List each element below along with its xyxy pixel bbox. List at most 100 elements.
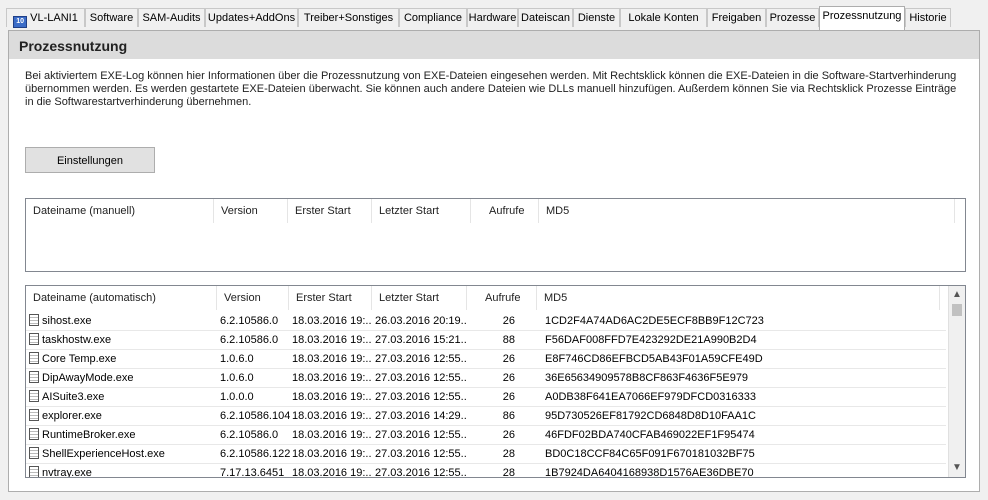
scrollbar-thumb[interactable] <box>952 304 962 316</box>
cell-first: 18.03.2016 19:... <box>292 429 372 441</box>
settings-button[interactable]: Einstellungen <box>25 147 155 173</box>
table-row[interactable]: explorer.exe 6.2.10586.104 18.03.2016 19:.… <box>26 407 946 426</box>
file-icon <box>29 314 39 326</box>
cell-first: 18.03.2016 19:... <box>292 448 372 460</box>
tab-label: Hardware <box>468 12 517 24</box>
column-header-first-start[interactable]: Erster Start <box>288 199 372 223</box>
tab-label: Treiber+Sonstiges <box>303 12 394 24</box>
tab-label: Prozesse <box>769 12 816 24</box>
cell-md5: 36E65634909578B8CF863F4636F5E979 <box>545 372 749 384</box>
tab-lokale-konten[interactable]: Lokale Konten <box>620 8 707 27</box>
cell-md5: E8F746CD86EFBCD5AB43F01A59CFE49D <box>545 353 763 365</box>
cell-version: 1.0.6.0 <box>220 353 254 365</box>
file-name: RuntimeBroker.exe <box>42 429 136 441</box>
column-header-filename-auto[interactable]: Dateiname (automatisch) <box>26 286 217 310</box>
cell-version: 1.0.0.0 <box>220 391 254 403</box>
cell-last: 27.03.2016 14:29... <box>375 410 467 422</box>
table-row[interactable]: nvtray.exe 7.17.13.6451 18.03.2016 19:... 2… <box>26 464 946 478</box>
cell-name: DipAwayMode.exe <box>29 369 215 387</box>
tab-updates-addons[interactable]: Updates+AddOns <box>205 8 298 27</box>
table-row[interactable]: AISuite3.exe 1.0.0.0 18.03.2016 19:... 27.0… <box>26 388 946 407</box>
table-row[interactable]: taskhostw.exe 6.2.10586.0 18.03.2016 19:..… <box>26 331 946 350</box>
file-name: DipAwayMode.exe <box>42 372 134 384</box>
tab-prozessnutzung[interactable]: Prozessnutzung <box>819 6 905 30</box>
tab-freigaben[interactable]: Freigaben <box>707 8 766 27</box>
vertical-scrollbar[interactable]: ▲ ▼ <box>948 286 965 477</box>
file-icon <box>29 447 39 459</box>
cell-last: 27.03.2016 15:21... <box>375 334 467 346</box>
column-header-md5[interactable]: MD5 <box>537 286 940 310</box>
cell-md5: A0DB38F641EA7066EF979DFCD0316333 <box>545 391 756 403</box>
panel-description: Bei aktiviertem EXE-Log können hier Info… <box>25 70 957 108</box>
cell-calls: 26 <box>502 429 515 441</box>
file-name: nvtray.exe <box>42 467 92 478</box>
column-header-calls[interactable]: Aufrufe <box>471 199 539 223</box>
tab-dateiscan[interactable]: Dateiscan <box>518 8 573 27</box>
manual-file-list[interactable]: Dateiname (manuell) Version Erster Start… <box>25 198 966 272</box>
file-name: taskhostw.exe <box>42 334 112 346</box>
tab-dienste[interactable]: Dienste <box>573 8 620 27</box>
cell-version: 6.2.10586.0 <box>220 429 279 441</box>
column-header-last-start[interactable]: Letzter Start <box>372 199 471 223</box>
tab-prozesse[interactable]: Prozesse <box>766 8 819 27</box>
cell-last: 27.03.2016 12:55... <box>375 429 467 441</box>
cell-name: AISuite3.exe <box>29 388 215 406</box>
table-row[interactable]: DipAwayMode.exe 1.0.6.0 18.03.2016 19:... 2… <box>26 369 946 388</box>
cell-first: 18.03.2016 19:... <box>292 372 372 384</box>
file-icon <box>29 466 39 477</box>
cell-calls: 26 <box>502 315 515 327</box>
file-name: Core Temp.exe <box>42 353 117 365</box>
column-header-md5[interactable]: MD5 <box>539 199 955 223</box>
scroll-up-icon[interactable]: ▲ <box>949 287 965 303</box>
cell-first: 18.03.2016 19:... <box>292 315 372 327</box>
cell-version: 1.0.6.0 <box>220 372 254 384</box>
table-row[interactable]: RuntimeBroker.exe 6.2.10586.0 18.03.2016 1… <box>26 426 946 445</box>
cell-calls: 26 <box>502 391 515 403</box>
cell-calls: 28 <box>502 467 515 478</box>
column-header-filename-manual[interactable]: Dateiname (manuell) <box>26 199 214 223</box>
cell-version: 6.2.10586.104 <box>220 410 290 422</box>
column-header-first-start[interactable]: Erster Start <box>289 286 372 310</box>
tab-label: Freigaben <box>711 12 762 24</box>
table-row[interactable]: ShellExperienceHost.exe 6.2.10586.122 18.0… <box>26 445 946 464</box>
tab-hardware[interactable]: Hardware <box>467 8 518 27</box>
cell-last: 27.03.2016 12:55... <box>375 467 467 478</box>
cell-md5: BD0C18CCF84C65F091F670181032BF75 <box>545 448 755 460</box>
file-name: sihost.exe <box>42 315 92 327</box>
file-icon <box>29 390 39 402</box>
tab-treiber-sonstiges[interactable]: Treiber+Sonstiges <box>298 8 399 27</box>
cell-calls: 88 <box>502 334 515 346</box>
file-icon <box>29 371 39 383</box>
tab-vl-lani1[interactable]: 10 VL-LANI1 <box>6 8 85 28</box>
table-row[interactable]: Core Temp.exe 1.0.6.0 18.03.2016 19:... 27.… <box>26 350 946 369</box>
cell-name: ShellExperienceHost.exe <box>29 445 215 463</box>
cell-name: RuntimeBroker.exe <box>29 426 215 444</box>
table-row[interactable]: sihost.exe 6.2.10586.0 18.03.2016 19:... 26… <box>26 312 946 331</box>
column-header-last-start[interactable]: Letzter Start <box>372 286 467 310</box>
cell-last: 26.03.2016 20:19... <box>375 315 467 327</box>
cell-last: 27.03.2016 12:55... <box>375 372 467 384</box>
tab-label: Prozessnutzung <box>822 10 902 22</box>
computer-icon: 10 <box>13 16 28 28</box>
tab-compliance[interactable]: Compliance <box>399 8 467 27</box>
cell-first: 18.03.2016 19:... <box>292 353 372 365</box>
cell-last: 27.03.2016 12:55... <box>375 353 467 365</box>
cell-md5: 46FDF02BDA740CFAB469022EF1F95474 <box>545 429 755 441</box>
cell-version: 6.2.10586.0 <box>220 334 279 346</box>
tab-historie[interactable]: Historie <box>905 8 951 27</box>
tab-software[interactable]: Software <box>85 8 138 27</box>
column-header-calls[interactable]: Aufrufe <box>467 286 537 310</box>
column-header-version[interactable]: Version <box>217 286 289 310</box>
cell-calls: 26 <box>502 372 515 384</box>
auto-list-header: Dateiname (automatisch) Version Erster S… <box>26 286 965 310</box>
column-header-version[interactable]: Version <box>214 199 288 223</box>
tab-sam-audits[interactable]: SAM-Audits <box>138 8 205 27</box>
file-icon <box>29 409 39 421</box>
cell-first: 18.03.2016 19:... <box>292 410 372 422</box>
file-name: ShellExperienceHost.exe <box>42 448 165 460</box>
tab-label: Updates+AddOns <box>207 12 296 24</box>
auto-file-list[interactable]: Dateiname (automatisch) Version Erster S… <box>25 285 966 478</box>
file-name: explorer.exe <box>42 410 102 422</box>
cell-calls: 26 <box>502 353 515 365</box>
scroll-down-icon[interactable]: ▼ <box>949 460 965 476</box>
